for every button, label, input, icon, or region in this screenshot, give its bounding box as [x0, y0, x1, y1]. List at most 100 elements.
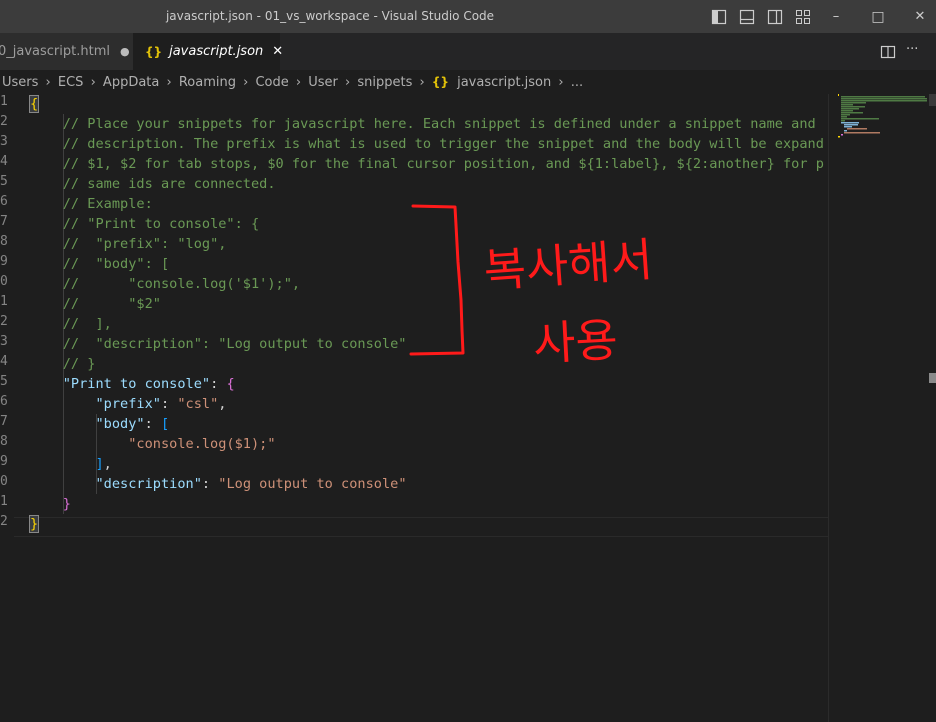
editor-tabs: 0_javascript.html ● {} javascript.json ✕…: [0, 33, 936, 70]
line-number: 4: [0, 154, 8, 169]
chevron-right-icon: ›: [166, 75, 172, 90]
code-line: // Example:: [30, 194, 153, 214]
customize-layout-icon[interactable]: [792, 0, 814, 33]
line-number: 5: [0, 174, 8, 189]
code-line: // description. The prefix is what is us…: [30, 134, 824, 154]
line-number: 8: [0, 434, 8, 449]
line-number: 2: [0, 314, 8, 329]
comment: // "body": [: [62, 256, 170, 272]
toggle-panel-icon[interactable]: [736, 0, 758, 33]
line-number: 2: [0, 514, 8, 529]
line-number: 7: [0, 414, 8, 429]
scrollbar-marker: [929, 373, 936, 383]
json-string: "csl": [177, 396, 219, 412]
line-number: 9: [0, 254, 8, 269]
chevron-right-icon: ›: [345, 75, 351, 90]
scrollbar-slider[interactable]: [929, 94, 936, 106]
breadcrumb-item[interactable]: snippets: [357, 75, 412, 90]
close-window-button[interactable]: ✕: [908, 0, 932, 33]
window-title: javascript.json - 01_vs_workspace - Visu…: [165, 9, 495, 23]
comment: // "$2": [62, 296, 161, 312]
line-number-gutter: 1 2 3 4 5 6 7 8 9 0 1 2 3 4 5 6 7 8 9 0 …: [0, 94, 14, 722]
comment: // description. The prefix is what is us…: [62, 136, 824, 152]
comment: // "Print to console": {: [62, 216, 260, 232]
code-line: // $1, $2 for tab stops, $0 for the fina…: [30, 154, 824, 174]
toggle-primary-sidebar-icon[interactable]: [708, 0, 730, 33]
bracket: {: [28, 95, 40, 113]
bracket: }: [28, 515, 40, 533]
code-editor[interactable]: 1 2 3 4 5 6 7 8 9 0 1 2 3 4 5 6 7 8 9 0 …: [0, 94, 828, 722]
json-string: "console.log($1);": [128, 436, 276, 452]
code-line: "Print to console": {: [62, 376, 235, 392]
breadcrumb-item[interactable]: ECS: [58, 75, 84, 90]
breadcrumb-item[interactable]: User: [308, 75, 338, 90]
code-line: }: [62, 496, 71, 512]
code-line: // "body": [: [30, 254, 169, 274]
chevron-right-icon: ›: [45, 75, 51, 90]
comment: // "description": "Log output to console…: [62, 336, 407, 352]
chevron-right-icon: ›: [295, 75, 302, 90]
line-number: 1: [0, 294, 8, 309]
tab-javascript-html[interactable]: 0_javascript.html ●: [0, 33, 133, 70]
line-number: 5: [0, 374, 8, 389]
line-number: 6: [0, 394, 8, 409]
breadcrumb-item[interactable]: Roaming: [179, 75, 236, 90]
line-number: 2: [0, 114, 8, 129]
breadcrumb-item[interactable]: AppData: [103, 75, 159, 90]
json-key: "Print to console": [62, 376, 211, 392]
minimap[interactable]: [838, 94, 928, 138]
line-number: 3: [0, 334, 8, 349]
line-number: 8: [0, 234, 8, 249]
breadcrumb-tail[interactable]: ...: [571, 75, 583, 90]
line-number: 0: [0, 474, 8, 489]
more-actions-icon[interactable]: ···: [906, 42, 918, 57]
comment: // ],: [62, 316, 112, 332]
comment: // same ids are connected.: [62, 176, 276, 192]
comment: // $1, $2 for tab stops, $0 for the fina…: [62, 156, 824, 172]
code-line: }: [28, 514, 40, 534]
current-line-highlight: [14, 517, 828, 537]
title-bar: javascript.json - 01_vs_workspace - Visu…: [0, 0, 936, 33]
tab-label: 0_javascript.html: [0, 44, 110, 59]
comment: // Example:: [62, 196, 153, 212]
code-line: // "$2": [30, 294, 161, 314]
chevron-right-icon: ›: [419, 75, 425, 90]
code-line: "description": "Log output to console": [95, 476, 407, 492]
line-number: 1: [0, 494, 8, 509]
breadcrumb-item[interactable]: Code: [255, 75, 288, 90]
code-line: {: [28, 94, 40, 114]
comment: // "console.log('$1');",: [62, 276, 301, 292]
close-tab-icon[interactable]: ✕: [272, 44, 283, 59]
chevron-right-icon: ›: [243, 75, 249, 90]
code-line: // Place your snippets for javascript he…: [30, 114, 816, 134]
code-line: // "console.log('$1');",: [30, 274, 300, 294]
comment: // "prefix": "log",: [62, 236, 227, 252]
line-number: 7: [0, 214, 8, 229]
code-line: "console.log($1);": [30, 434, 276, 454]
code-line: // }: [30, 354, 96, 374]
line-number: 4: [0, 354, 8, 369]
breadcrumb-item[interactable]: Users: [2, 75, 38, 90]
chevron-right-icon: ›: [90, 75, 96, 90]
chevron-right-icon: ›: [558, 75, 564, 90]
maximize-button[interactable]: □: [866, 0, 890, 33]
vertical-scrollbar[interactable]: [828, 94, 936, 722]
line-number: 6: [0, 194, 8, 209]
json-string: "Log output to console": [218, 476, 407, 492]
json-key: "body": [95, 416, 145, 432]
code-line: // same ids are connected.: [30, 174, 276, 194]
split-editor-icon[interactable]: [880, 44, 896, 60]
code-line: // ],: [30, 314, 112, 334]
tab-javascript-json[interactable]: {} javascript.json ✕: [133, 33, 283, 70]
json-file-icon: {}: [145, 44, 163, 59]
code-line: // "description": "Log output to console…: [30, 334, 407, 354]
code-line: ],: [95, 456, 112, 472]
breadcrumb-file[interactable]: javascript.json: [457, 75, 551, 90]
modified-dot-icon: ●: [119, 45, 130, 58]
breadcrumb: Users › ECS › AppData › Roaming › Code ›…: [0, 70, 936, 94]
comment: // Place your snippets for javascript he…: [62, 116, 816, 132]
toggle-secondary-sidebar-icon[interactable]: [764, 0, 786, 33]
minimize-button[interactable]: –: [824, 0, 848, 33]
code-line: // "prefix": "log",: [30, 234, 227, 254]
line-number: 9: [0, 454, 8, 469]
